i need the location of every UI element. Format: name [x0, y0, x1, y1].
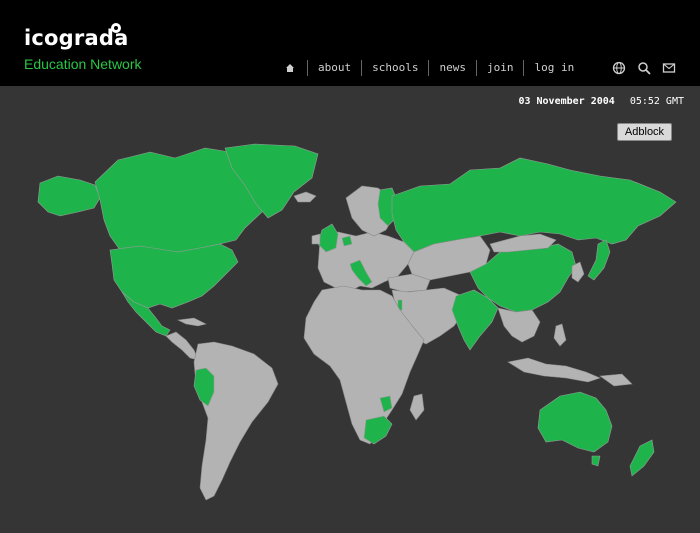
north-america	[37, 143, 319, 361]
current-time: 05:52 GMT	[629, 96, 684, 107]
nav-join[interactable]: join	[475, 60, 524, 76]
south-america-gray[interactable]	[193, 341, 279, 501]
nav-home[interactable]	[283, 60, 307, 76]
new-zealand[interactable]	[629, 439, 655, 477]
utility-icons	[612, 60, 677, 75]
korea[interactable]	[571, 261, 585, 283]
indonesia[interactable]	[507, 357, 601, 383]
adblock-button[interactable]: Adblock	[617, 123, 672, 141]
header: icograda Education Network about schools…	[0, 0, 700, 86]
home-icon	[286, 64, 294, 72]
world-map	[37, 143, 677, 501]
brand-mark-icon	[111, 23, 121, 33]
iceland[interactable]	[293, 191, 317, 203]
australia[interactable]	[537, 391, 613, 453]
nav-news[interactable]: news	[428, 60, 476, 76]
main-nav: about schools news join log in	[283, 60, 584, 76]
cuba[interactable]	[176, 317, 207, 327]
south-america	[193, 341, 279, 501]
nav-about[interactable]: about	[307, 60, 361, 76]
central-america[interactable]	[165, 331, 199, 361]
madagascar[interactable]	[409, 393, 425, 421]
southeast-asia[interactable]	[497, 307, 541, 343]
japan[interactable]	[587, 239, 611, 281]
alaska[interactable]	[37, 175, 101, 217]
globe-icon[interactable]	[612, 60, 627, 75]
server-datetime: 03 November 2004 05:52 GMT	[518, 96, 684, 107]
philippines[interactable]	[553, 323, 567, 347]
papua-new-guinea[interactable]	[599, 373, 633, 387]
search-icon[interactable]	[637, 60, 652, 75]
netherlands[interactable]	[341, 235, 353, 247]
mail-icon[interactable]	[662, 60, 677, 75]
south-africa[interactable]	[363, 415, 393, 445]
current-date: 03 November 2004	[518, 96, 615, 107]
tasmania[interactable]	[591, 455, 601, 467]
nav-login[interactable]: log in	[523, 60, 584, 76]
brand-tagline: Education Network	[24, 56, 142, 72]
ireland[interactable]	[311, 233, 321, 245]
nav-schools[interactable]: schools	[361, 60, 428, 76]
